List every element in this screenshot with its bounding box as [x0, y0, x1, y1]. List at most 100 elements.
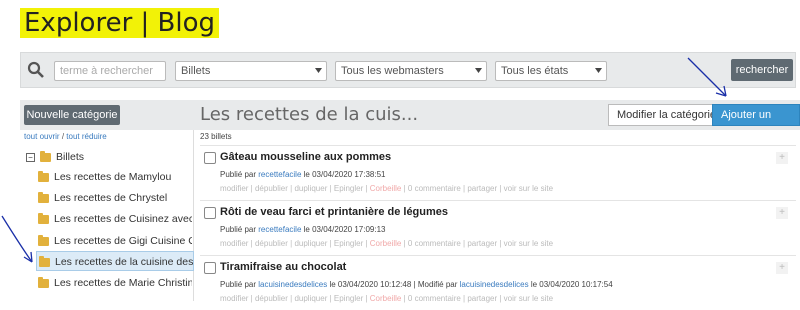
edit-link[interactable]: modifier [220, 184, 248, 193]
edit-link[interactable]: modifier [220, 239, 248, 248]
unpublish-link[interactable]: dépublier [255, 239, 288, 248]
share-link[interactable]: partager [467, 239, 497, 248]
unpublish-link[interactable]: dépublier [255, 184, 288, 193]
post-meta: Publié par lacuisinedesdelices le 03/04/… [220, 280, 613, 289]
type-select-value: Billets [181, 65, 211, 77]
view-link[interactable]: voir sur le site [504, 184, 553, 193]
comments-link[interactable]: 0 commentaire [408, 184, 461, 193]
folder-icon [38, 234, 49, 246]
modifier-link[interactable]: lacuisinedesdelices [460, 280, 529, 289]
chevron-down-icon [315, 68, 322, 73]
modified-label: Modifié par [417, 280, 458, 289]
search-input[interactable]: terme à rechercher [54, 61, 166, 81]
view-link[interactable]: voir sur le site [504, 294, 553, 303]
sidebar-item-label: Les recettes de la cuisine des dé [55, 256, 194, 268]
sidebar-header: Nouvelle catégorie [20, 100, 194, 130]
sidebar-item-label: Les recettes de Mamylou [54, 171, 172, 183]
collapse-all-link[interactable]: tout réduire [66, 132, 106, 141]
states-select[interactable]: Tous les états [495, 61, 607, 81]
tree-expand-links: tout ouvrir / tout réduire [24, 132, 107, 141]
sidebar-item-label: Les recettes de Cuisinez avec Fl [54, 213, 192, 225]
sidebar-item-cuisine-des-delices[interactable]: Les recettes de la cuisine des dé [36, 251, 194, 271]
duplicate-link[interactable]: dupliquer [294, 294, 327, 303]
plus-icon[interactable]: + [776, 152, 788, 164]
category-title: Les recettes de la cuis... [200, 104, 419, 125]
post-actions: modifier | dépublier | dupliquer | Eping… [220, 294, 554, 303]
new-category-button[interactable]: Nouvelle catégorie [24, 105, 120, 125]
post-meta: Publié par recettefacile le 03/04/2020 1… [220, 170, 386, 179]
sidebar-item-marie-christine[interactable]: Les recettes de Marie Christine [38, 273, 192, 293]
webmasters-select[interactable]: Tous les webmasters [335, 61, 487, 81]
page-title: Explorer | Blog [20, 8, 220, 38]
edit-link[interactable]: modifier [220, 294, 248, 303]
unpublish-link[interactable]: dépublier [255, 294, 288, 303]
post-title[interactable]: Tiramifraise au chocolat [220, 261, 346, 273]
collapse-toggle-icon[interactable]: − [26, 152, 35, 162]
tree-root[interactable]: − Billets [26, 150, 85, 163]
chevron-down-icon [475, 68, 482, 73]
search-button[interactable]: rechercher [731, 59, 793, 81]
sidebar-item-cuisinez[interactable]: Les recettes de Cuisinez avec Fl [38, 209, 192, 229]
folder-icon [38, 212, 49, 224]
pin-link[interactable]: Epingler [334, 239, 363, 248]
modified-date: le 03/04/2020 10:17:54 [530, 280, 613, 289]
post-actions: modifier | dépublier | dupliquer | Eping… [220, 184, 554, 193]
post-date: le 03/04/2020 10:12:48 | [329, 280, 416, 289]
post-row: Gâteau mousseline aux pommes Publié par … [200, 145, 796, 200]
webmasters-select-value: Tous les webmasters [341, 65, 444, 77]
pin-link[interactable]: Epingler [334, 294, 363, 303]
sidebar-item-label: Les recettes de Marie Christine [54, 277, 192, 289]
sidebar-item-label: Les recettes de Chrystel [54, 192, 168, 204]
post-date: le 03/04/2020 17:38:51 [303, 170, 386, 179]
states-select-value: Tous les états [501, 65, 569, 77]
folder-icon [39, 255, 50, 267]
edit-category-button[interactable]: Modifier la catégorie [608, 104, 726, 126]
sidebar-item-mamylou[interactable]: Les recettes de Mamylou [38, 167, 192, 187]
folder-icon [40, 150, 51, 162]
post-checkbox[interactable] [204, 152, 216, 164]
post-meta: Publié par recettefacile le 03/04/2020 1… [220, 225, 386, 234]
search-bar: terme à rechercher Billets Tous les webm… [20, 52, 796, 88]
post-row: Tiramifraise au chocolat Publié par lacu… [200, 255, 796, 310]
post-actions: modifier | dépublier | dupliquer | Eping… [220, 239, 554, 248]
duplicate-link[interactable]: dupliquer [294, 239, 327, 248]
post-count: 23 billets [200, 132, 232, 141]
folder-icon [38, 276, 49, 288]
posts-header: Les recettes de la cuis... Modifier la c… [194, 100, 800, 141]
trash-link[interactable]: Corbeille [370, 294, 402, 303]
trash-link[interactable]: Corbeille [370, 239, 402, 248]
published-label: Publié par [220, 225, 257, 234]
published-label: Publié par [220, 170, 257, 179]
type-select[interactable]: Billets [175, 61, 327, 81]
search-icon[interactable] [27, 61, 45, 79]
open-all-link[interactable]: tout ouvrir [24, 132, 60, 141]
post-row: Rôti de veau farci et printanière de lég… [200, 200, 796, 255]
author-link[interactable]: recettefacile [258, 225, 301, 234]
view-link[interactable]: voir sur le site [504, 239, 553, 248]
trash-link[interactable]: Corbeille [370, 184, 402, 193]
sidebar-item-label: Les recettes de Gigi Cuisine Gou [54, 235, 192, 247]
post-checkbox[interactable] [204, 262, 216, 274]
author-link[interactable]: recettefacile [258, 170, 301, 179]
post-checkbox[interactable] [204, 207, 216, 219]
sidebar-item-chrystel[interactable]: Les recettes de Chrystel [38, 188, 192, 208]
post-title[interactable]: Rôti de veau farci et printanière de lég… [220, 206, 448, 218]
share-link[interactable]: partager [467, 184, 497, 193]
tree-root-label: Billets [56, 151, 85, 163]
comments-link[interactable]: 0 commentaire [408, 239, 461, 248]
duplicate-link[interactable]: dupliquer [294, 184, 327, 193]
pin-link[interactable]: Epingler [334, 184, 363, 193]
sidebar-item-gigi[interactable]: Les recettes de Gigi Cuisine Gou [38, 231, 192, 251]
post-title[interactable]: Gâteau mousseline aux pommes [220, 151, 391, 163]
chevron-down-icon [595, 68, 602, 73]
published-label: Publié par [220, 280, 257, 289]
add-post-button[interactable]: Ajouter un billet [712, 104, 800, 141]
folder-icon [38, 191, 49, 203]
post-date: le 03/04/2020 17:09:13 [303, 225, 386, 234]
comments-link[interactable]: 0 commentaire [408, 294, 461, 303]
plus-icon[interactable]: + [776, 207, 788, 219]
posts-panel: Les recettes de la cuis... Modifier la c… [194, 100, 800, 303]
plus-icon[interactable]: + [776, 262, 788, 274]
author-link[interactable]: lacuisinedesdelices [258, 280, 327, 289]
share-link[interactable]: partager [467, 294, 497, 303]
